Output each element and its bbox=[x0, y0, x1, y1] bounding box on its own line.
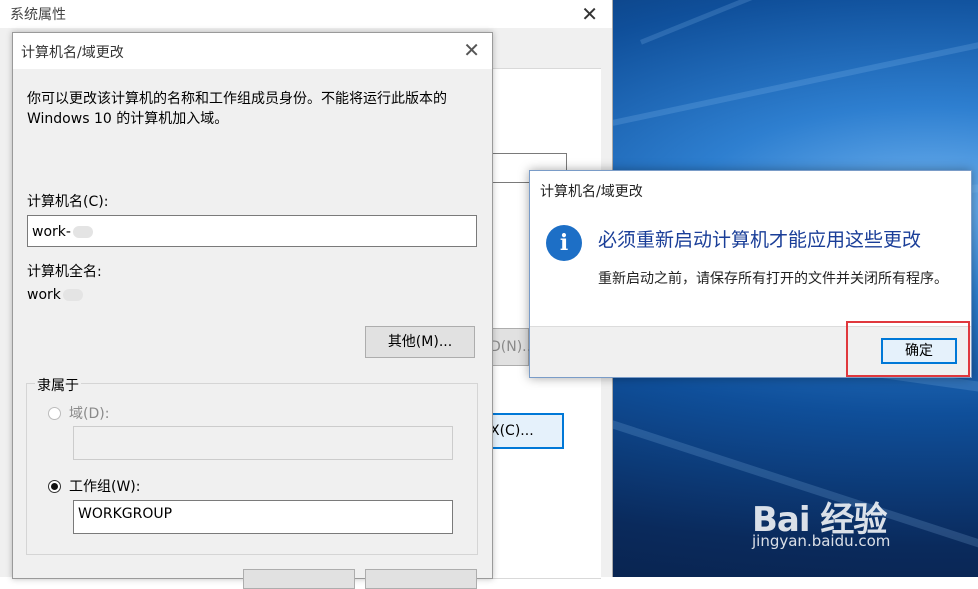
ok-button[interactable] bbox=[243, 569, 355, 589]
computer-name-input[interactable]: work- bbox=[27, 215, 477, 247]
workgroup-label: 工作组(W): bbox=[69, 479, 141, 495]
network-id-button[interactable]: D(N)... bbox=[490, 328, 536, 366]
redacted-blur bbox=[62, 289, 83, 301]
system-properties-title: 系统属性 bbox=[10, 7, 66, 23]
system-properties-titlebar: 系统属性 ✕ bbox=[0, 0, 612, 28]
full-name-text: work bbox=[27, 287, 83, 303]
dialog-title: 计算机名/域更改 bbox=[21, 45, 124, 61]
message-heading: 必须重新启动计算机才能应用这些更改 bbox=[598, 229, 922, 251]
workgroup-radio[interactable] bbox=[48, 480, 61, 493]
workgroup-input[interactable]: WORKGROUP bbox=[73, 500, 453, 534]
message-box-title: 计算机名/域更改 bbox=[540, 184, 643, 200]
close-icon[interactable]: ✕ bbox=[581, 2, 598, 26]
domain-label: 域(D): bbox=[69, 406, 110, 422]
message-body: 重新启动之前，请保存所有打开的文件并关闭所有程序。 bbox=[598, 271, 948, 287]
change-button[interactable]: X(C)... bbox=[490, 413, 564, 449]
more-button[interactable]: 其他(M)... bbox=[365, 326, 475, 358]
dialog-titlebar: 计算机名/域更改 ✕ bbox=[13, 33, 492, 69]
highlight-box bbox=[846, 321, 970, 377]
member-of-label: 隶属于 bbox=[35, 375, 81, 395]
computer-name-value: work- bbox=[32, 224, 71, 240]
full-name-label: 计算机全名: bbox=[27, 264, 102, 280]
domain-radio[interactable] bbox=[48, 407, 61, 420]
redacted-blur bbox=[72, 226, 93, 238]
watermark-url: jingyan.baidu.com bbox=[752, 532, 891, 550]
info-icon: i bbox=[546, 225, 582, 261]
domain-input[interactable] bbox=[73, 426, 453, 460]
computer-name-dialog: 计算机名/域更改 ✕ 你可以更改该计算机的名称和工作组成员身份。不能将运行此版本… bbox=[12, 32, 493, 589]
computer-name-label: 计算机名(C): bbox=[27, 194, 109, 210]
close-icon[interactable]: ✕ bbox=[463, 38, 480, 62]
dialog-description: 你可以更改该计算机的名称和工作组成员身份。不能将运行此版本的 Windows 1… bbox=[27, 91, 447, 127]
cancel-button[interactable] bbox=[365, 569, 477, 589]
baidu-watermark: Bai 经验 jingyan.baidu.com bbox=[752, 474, 972, 574]
member-of-group: 隶属于 域(D): 工作组(W): WORKGROUP bbox=[26, 375, 478, 555]
full-name-value: work bbox=[27, 287, 61, 303]
